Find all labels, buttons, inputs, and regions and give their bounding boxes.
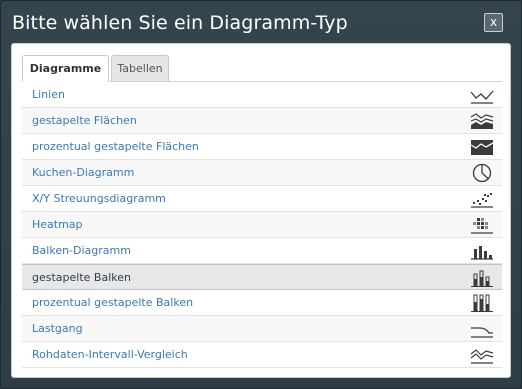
- chart-type-item-gestapelte-balken[interactable]: gestapelte Balken: [22, 264, 502, 290]
- chart-type-item-kuchen-diagramm[interactable]: Kuchen-Diagramm: [22, 160, 502, 186]
- chart-type-list: Linien gestapelte Flächen prozentual ges…: [22, 81, 502, 368]
- scatter-chart-icon: [471, 193, 493, 208]
- chart-type-item-streuungsdiagramm[interactable]: X/Y Streuungsdiagramm: [22, 186, 502, 212]
- chart-type-label: X/Y Streuungsdiagramm: [32, 192, 166, 205]
- chart-type-item-heatmap[interactable]: Heatmap: [22, 212, 502, 238]
- dialog-title: Bitte wählen Sie ein Diagramm-Typ: [12, 12, 348, 34]
- chart-type-item-lastgang[interactable]: Lastgang: [22, 316, 502, 342]
- chart-type-label: prozentual gestapelte Balken: [32, 296, 194, 309]
- dialog-content-panel: Diagramme Tabellen Linien gestapelte Flä…: [11, 43, 511, 378]
- stacked-area-icon: [470, 113, 494, 129]
- load-curve-icon: [471, 327, 493, 338]
- chart-type-label: Linien: [32, 88, 65, 101]
- chart-type-label: gestapelte Flächen: [32, 114, 137, 127]
- chart-type-item-gestapelte-flaechen[interactable]: gestapelte Flächen: [22, 108, 502, 134]
- chart-type-label: Rohdaten-Intervall-Vergleich: [32, 348, 188, 361]
- chart-type-label: gestapelte Balken: [32, 271, 131, 284]
- interval-compare-icon: [470, 349, 494, 364]
- chart-type-item-balken-diagramm[interactable]: Balken-Diagramm: [22, 238, 502, 264]
- chart-type-label: Lastgang: [32, 322, 83, 335]
- tab-tabellen[interactable]: Tabellen: [111, 55, 169, 82]
- chart-type-item-prozentual-gestapelte-flaechen[interactable]: prozentual gestapelte Flächen: [22, 134, 502, 160]
- heatmap-icon: [471, 218, 493, 234]
- chart-type-item-linien[interactable]: Linien: [22, 82, 502, 108]
- chart-type-item-prozentual-gestapelte-balken[interactable]: prozentual gestapelte Balken: [22, 290, 502, 316]
- chart-type-label: Balken-Diagramm: [32, 244, 131, 257]
- percent-stacked-bar-icon: [471, 294, 493, 312]
- chart-type-label: prozentual gestapelte Flächen: [32, 140, 199, 153]
- chart-type-label: Kuchen-Diagramm: [32, 166, 135, 179]
- chart-type-item-rohdaten-intervall-vergleich[interactable]: Rohdaten-Intervall-Vergleich: [22, 342, 502, 368]
- bar-chart-icon: [471, 246, 493, 260]
- pie-chart-icon: [472, 163, 492, 183]
- chart-type-label: Heatmap: [32, 218, 83, 231]
- tab-diagramme[interactable]: Diagramme: [22, 55, 109, 82]
- chart-type-dialog: Bitte wählen Sie ein Diagramm-Typ x Diag…: [0, 0, 522, 389]
- percent-stacked-area-icon: [470, 140, 494, 155]
- stacked-bar-icon: [471, 270, 493, 287]
- line-chart-icon: [470, 90, 494, 104]
- close-button[interactable]: x: [484, 13, 503, 32]
